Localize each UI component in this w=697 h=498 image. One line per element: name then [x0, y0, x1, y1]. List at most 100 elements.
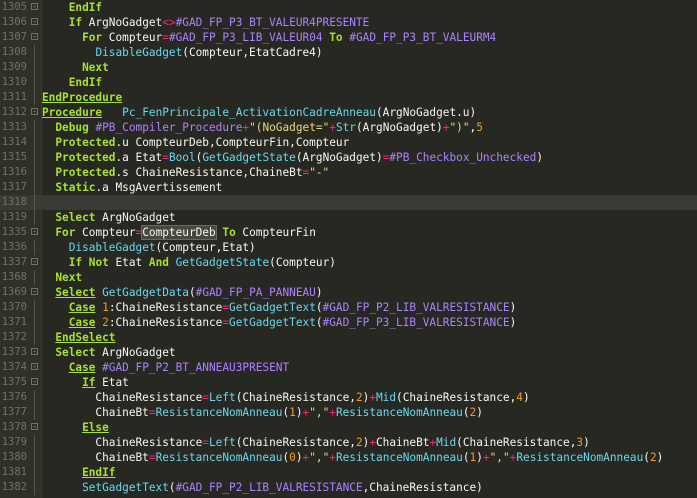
code-token: #GAD_FP_P2_BT_ANNEAU3PRESENT [102, 361, 290, 374]
line-number: 1314 [1, 136, 27, 148]
code-line[interactable]: 1335- For Compteur=CompteurDeb To Compte… [0, 225, 697, 240]
code-text: SetGadgetText(#GAD_FP_P2_LIB_VALRESISTAN… [42, 480, 483, 495]
fold-guide-line [34, 135, 35, 150]
code-line[interactable]: 1317 Static.a MsgAvertissement [0, 180, 697, 195]
code-line[interactable]: 1382 SetGadgetText(#GAD_FP_P2_LIB_VALRES… [0, 480, 697, 495]
code-token: #PB_Checkbox_Unchecked [389, 151, 537, 164]
line-number: 1316 [1, 166, 27, 178]
code-text: Protected.u CompteurDeb,CompteurFin,Comp… [42, 135, 349, 150]
code-token: Compteur [102, 31, 163, 44]
fold-collapse-icon[interactable]: - [31, 228, 38, 236]
line-number: 1337 [1, 256, 27, 268]
fold-collapse-icon[interactable]: - [31, 363, 38, 371]
code-line[interactable]: 1310 EndIf [0, 75, 697, 90]
code-token: For [55, 226, 76, 239]
code-line[interactable]: 1381 EndIf [0, 465, 697, 480]
code-token: Next [82, 61, 109, 74]
line-number: 1319 [1, 211, 27, 223]
line-number: 1382 [1, 481, 27, 493]
code-line[interactable]: 1319 Select ArgNoGadget [0, 210, 697, 225]
code-line[interactable]: 1378- Else [0, 420, 697, 435]
fold-collapse-icon[interactable]: - [31, 288, 38, 296]
code-token: ArgNoGadget [95, 211, 176, 224]
fold-guide-line [34, 480, 35, 495]
code-token: (Compteur) [269, 256, 336, 269]
code-token: ResistanceNomAnneau [155, 406, 283, 419]
code-line[interactable]: 1379 ChaineResistance=Left(ChaineResista… [0, 435, 697, 450]
code-line[interactable]: 1370 Case 1:ChaineResistance=GetGadgetTe… [0, 300, 697, 315]
code-line[interactable]: 1369- Select GetGadgetData(#GAD_FP_PA_PA… [0, 285, 697, 300]
code-line[interactable]: 1380 ChaineBt=ResistanceNomAnneau(0)+","… [0, 450, 697, 465]
code-text: DisableGadget(Compteur,Etat) [42, 240, 256, 255]
code-line[interactable]: 1308 DisableGadget(Compteur,EtatCadre4) [0, 45, 697, 60]
fold-guide-line [34, 165, 35, 180]
code-line[interactable]: 1315 Protected.a Etat=Bool(GetGadgetStat… [0, 150, 697, 165]
code-line[interactable]: 1372 EndSelect [0, 330, 697, 345]
code-line[interactable]: 1371 Case 2:ChaineResistance=GetGadgetTe… [0, 315, 697, 330]
line-number: 1311 [1, 91, 27, 103]
code-line[interactable]: 1373- Select ArgNoGadget [0, 345, 697, 360]
code-line[interactable]: 1314 Protected.u CompteurDeb,CompteurFin… [0, 135, 697, 150]
fold-guide-line [34, 240, 35, 255]
code-line[interactable]: 1336 DisableGadget(Compteur,Etat) [0, 240, 697, 255]
code-editor[interactable]: 1305- EndIf 1306- If ArgNoGadget<>#GAD_FP… [0, 0, 697, 498]
code-line[interactable]: 1377 ChaineBt=ResistanceNomAnneau(1)+","… [0, 405, 697, 420]
code-token: .u CompteurDeb,CompteurFin,Compteur [115, 136, 350, 149]
line-number: 1308 [1, 46, 27, 58]
code-token: ) [476, 406, 483, 419]
code-token: ResistanceNomAnneau [335, 451, 463, 464]
code-token: ( [315, 301, 323, 314]
line-number: 1372 [1, 331, 27, 343]
line-number: 1313 [1, 121, 27, 133]
code-token: (ArgNoGadget) [295, 151, 383, 164]
code-line[interactable]: 1311 EndProcedure [0, 90, 697, 105]
fold-collapse-icon[interactable]: - [31, 3, 38, 11]
code-line[interactable]: 1376 ChaineResistance=Left(ChaineResista… [0, 390, 697, 405]
code-line[interactable]: 1375- If Etat [0, 375, 697, 390]
code-token: "," [309, 451, 330, 464]
fold-collapse-icon[interactable]: - [31, 378, 38, 386]
code-token: SetGadgetText [82, 481, 169, 494]
fold-collapse-icon[interactable]: - [31, 423, 38, 431]
code-line[interactable]: 1312- Procedure Pc_FenPrincipale_Activati… [0, 105, 697, 120]
code-line[interactable]: 1307- For Compteur=#GAD_FP_P3_LIB_VALEUR… [0, 30, 697, 45]
fold-collapse-icon[interactable]: - [31, 258, 38, 266]
line-number: 1305 [1, 1, 27, 13]
code-token: Left [208, 436, 236, 449]
code-token: + [369, 436, 376, 449]
code-line[interactable]: 1305- EndIf [0, 0, 697, 15]
code-line[interactable]: 1316 Protected.s ChaineResistance,Chaine… [0, 165, 697, 180]
code-token: :ChaineResistance [108, 301, 223, 314]
code-token: EndIf [82, 466, 116, 479]
fold-guide-line [34, 300, 35, 315]
code-line[interactable]: 1368 Next [0, 270, 697, 285]
code-line[interactable]: 1318 [0, 195, 697, 210]
code-line[interactable]: 1309 Next [0, 60, 697, 75]
code-line[interactable]: 1306- If ArgNoGadget<>#GAD_FP_P3_BT_VALE… [0, 15, 697, 30]
fold-collapse-icon[interactable]: - [31, 33, 38, 41]
code-token: Static [55, 181, 96, 194]
fold-collapse-icon[interactable]: - [31, 108, 38, 116]
fold-collapse-icon[interactable]: - [31, 18, 38, 26]
code-token: (ArgNoGadget) [355, 121, 443, 134]
code-token: #GAD_FP_P3_BT_VALEURM4 [349, 31, 497, 44]
code-line[interactable]: 1313 Debug #PB_Compiler_Procedure+"(NoGa… [0, 120, 697, 135]
code-token: ( [168, 481, 176, 494]
code-text: Debug #PB_Compiler_Procedure+"(NoGadget=… [42, 120, 483, 135]
code-text: Else [42, 420, 109, 435]
fold-guide-line [34, 315, 35, 330]
fold-collapse-icon[interactable]: - [31, 348, 38, 356]
code-line[interactable]: 1337- If Not Etat And GetGadgetState(Com… [0, 255, 697, 270]
code-token: Str [335, 121, 356, 134]
code-token: Compteur [75, 226, 136, 239]
code-text: ChaineBt=ResistanceNomAnneau(0)+","+Resi… [42, 450, 663, 465]
code-token: (ChaineResistance, [235, 391, 356, 404]
fold-guide-line [34, 60, 35, 75]
code-line[interactable]: 1374- Case #GAD_FP_P2_BT_ANNEAU3PRESENT [0, 360, 697, 375]
